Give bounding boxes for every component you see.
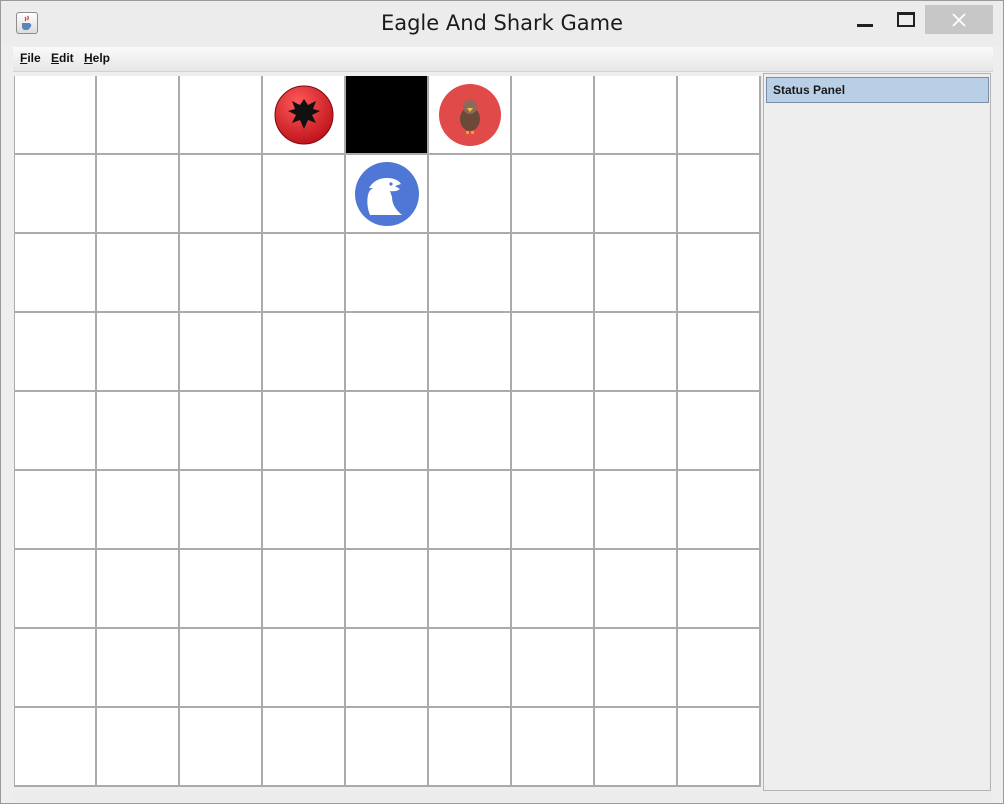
board-cell-r5-c0[interactable] — [14, 471, 97, 550]
close-icon — [952, 13, 966, 27]
board-cell-r2-c7[interactable] — [595, 234, 678, 313]
status-panel: Status Panel — [763, 73, 991, 791]
board-cell-r0-c2[interactable] — [180, 76, 263, 155]
board-cell-r7-c5[interactable] — [429, 629, 512, 708]
board-cell-r1-c3[interactable] — [263, 155, 346, 234]
board-cell-r1-c7[interactable] — [595, 155, 678, 234]
board-cell-r0-c7[interactable] — [595, 76, 678, 155]
board-cell-r3-c5[interactable] — [429, 313, 512, 392]
board-cell-r4-c2[interactable] — [180, 392, 263, 471]
board-cell-r8-c2[interactable] — [180, 708, 263, 787]
menu-edit[interactable]: Edit — [51, 51, 74, 65]
maximize-button[interactable] — [887, 5, 923, 34]
board-cell-r2-c8[interactable] — [678, 234, 761, 313]
board-cell-r3-c8[interactable] — [678, 313, 761, 392]
board-cell-r6-c6[interactable] — [512, 550, 595, 629]
board-cell-r6-c1[interactable] — [97, 550, 180, 629]
board-cell-r1-c2[interactable] — [180, 155, 263, 234]
board-cell-r2-c2[interactable] — [180, 234, 263, 313]
board-cell-r1-c4[interactable] — [346, 155, 429, 234]
board-cell-r8-c7[interactable] — [595, 708, 678, 787]
board-cell-r7-c7[interactable] — [595, 629, 678, 708]
board-cell-r7-c0[interactable] — [14, 629, 97, 708]
board-cell-r6-c5[interactable] — [429, 550, 512, 629]
board-cell-r4-c6[interactable] — [512, 392, 595, 471]
board-cell-r5-c8[interactable] — [678, 471, 761, 550]
board-cell-r8-c6[interactable] — [512, 708, 595, 787]
minimize-button[interactable] — [847, 5, 883, 34]
brown-eagle-icon — [439, 84, 501, 146]
board-cell-r5-c1[interactable] — [97, 471, 180, 550]
board-cell-r5-c3[interactable] — [263, 471, 346, 550]
board-cell-r3-c6[interactable] — [512, 313, 595, 392]
board-cell-r1-c6[interactable] — [512, 155, 595, 234]
board-cell-r6-c0[interactable] — [14, 550, 97, 629]
board-cell-r0-c3[interactable] — [263, 76, 346, 155]
board-cell-r8-c3[interactable] — [263, 708, 346, 787]
board-cell-r7-c2[interactable] — [180, 629, 263, 708]
board-cell-r7-c4[interactable] — [346, 629, 429, 708]
board-cell-r1-c5[interactable] — [429, 155, 512, 234]
board-cell-r6-c3[interactable] — [263, 550, 346, 629]
board-cell-r4-c1[interactable] — [97, 392, 180, 471]
board-cell-r2-c4[interactable] — [346, 234, 429, 313]
close-button[interactable] — [925, 5, 993, 34]
board-cell-r0-c4[interactable] — [346, 76, 429, 155]
game-board — [14, 76, 761, 787]
board-cell-r3-c0[interactable] — [14, 313, 97, 392]
status-panel-title: Status Panel — [773, 83, 846, 97]
board-cell-r6-c7[interactable] — [595, 550, 678, 629]
board-cell-r7-c1[interactable] — [97, 629, 180, 708]
menu-file[interactable]: File — [20, 51, 41, 65]
window-bottom-edge — [13, 791, 993, 801]
board-cell-r5-c4[interactable] — [346, 471, 429, 550]
board-cell-r7-c6[interactable] — [512, 629, 595, 708]
board-cell-r8-c0[interactable] — [14, 708, 97, 787]
board-cell-r2-c1[interactable] — [97, 234, 180, 313]
board-cell-r5-c5[interactable] — [429, 471, 512, 550]
board-cell-r6-c8[interactable] — [678, 550, 761, 629]
board-cell-r2-c6[interactable] — [512, 234, 595, 313]
board-cell-r1-c0[interactable] — [14, 155, 97, 234]
board-cell-r6-c4[interactable] — [346, 550, 429, 629]
board-cell-r1-c8[interactable] — [678, 155, 761, 234]
board-cell-r4-c0[interactable] — [14, 392, 97, 471]
board-cell-r3-c4[interactable] — [346, 313, 429, 392]
board-cell-r2-c0[interactable] — [14, 234, 97, 313]
status-panel-header: Status Panel — [766, 77, 989, 103]
board-cell-r5-c6[interactable] — [512, 471, 595, 550]
board-cell-r8-c8[interactable] — [678, 708, 761, 787]
board-cell-r4-c7[interactable] — [595, 392, 678, 471]
board-cell-r7-c3[interactable] — [263, 629, 346, 708]
board-cell-r6-c2[interactable] — [180, 550, 263, 629]
board-cell-r0-c5[interactable] — [429, 76, 512, 155]
board-cell-r3-c3[interactable] — [263, 313, 346, 392]
board-cell-r4-c4[interactable] — [346, 392, 429, 471]
board-cell-r4-c3[interactable] — [263, 392, 346, 471]
albanian-flag-eagle-icon — [274, 85, 334, 145]
game-window: Eagle And Shark Game File Edit Help Stat… — [0, 0, 1004, 804]
board-cell-r5-c7[interactable] — [595, 471, 678, 550]
board-cell-r8-c5[interactable] — [429, 708, 512, 787]
board-cell-r8-c1[interactable] — [97, 708, 180, 787]
board-cell-r4-c8[interactable] — [678, 392, 761, 471]
menu-bar: File Edit Help — [13, 47, 993, 72]
board-cell-r0-c6[interactable] — [512, 76, 595, 155]
board-cell-r0-c0[interactable] — [14, 76, 97, 155]
board-cell-r3-c2[interactable] — [180, 313, 263, 392]
board-cell-r1-c1[interactable] — [97, 155, 180, 234]
board-cell-r8-c4[interactable] — [346, 708, 429, 787]
board-cell-r4-c5[interactable] — [429, 392, 512, 471]
board-cell-r7-c8[interactable] — [678, 629, 761, 708]
board-cell-r2-c5[interactable] — [429, 234, 512, 313]
board-cell-r5-c2[interactable] — [180, 471, 263, 550]
bald-eagle-icon — [355, 162, 419, 226]
board-cell-r3-c1[interactable] — [97, 313, 180, 392]
board-cell-r0-c8[interactable] — [678, 76, 761, 155]
board-cell-r0-c1[interactable] — [97, 76, 180, 155]
board-cell-r2-c3[interactable] — [263, 234, 346, 313]
menu-help[interactable]: Help — [84, 51, 110, 65]
title-bar[interactable]: Eagle And Shark Game — [1, 1, 1003, 45]
board-cell-r3-c7[interactable] — [595, 313, 678, 392]
